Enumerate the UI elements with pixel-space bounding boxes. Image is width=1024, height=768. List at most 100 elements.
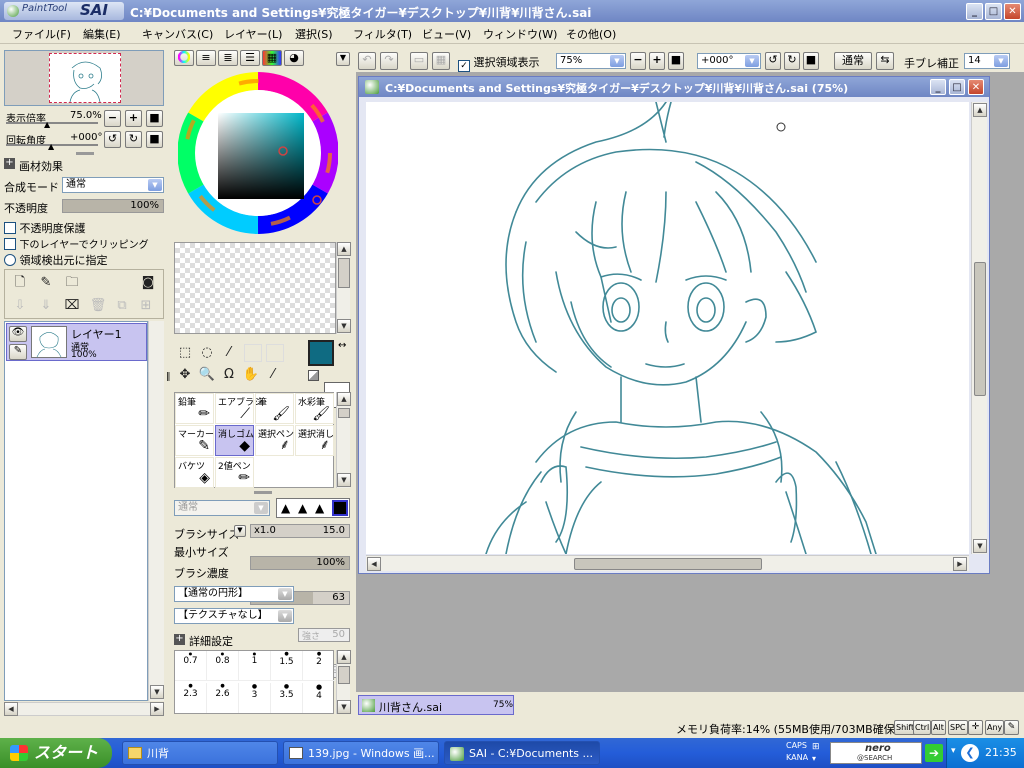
brush-binary-pen[interactable]: 2値ペン ✏ — [215, 457, 254, 488]
invert-selection-button[interactable]: ▦ — [432, 52, 450, 70]
taskbar-item-folder[interactable]: 川背 — [122, 741, 278, 765]
menu-select[interactable]: 選択(S) — [295, 26, 333, 42]
selection-display-toggle[interactable]: ✓ 選択領域表示 — [458, 54, 540, 72]
canvas-minimize-button[interactable]: _ — [930, 79, 946, 95]
brush-airbrush[interactable]: エアブラシ ⟋ — [215, 393, 263, 424]
clipping-option[interactable]: 下のレイヤーでクリッピング — [4, 236, 149, 251]
swatches-mode-button[interactable]: ▦ — [262, 50, 282, 66]
ime-icon[interactable]: ⊞ — [812, 742, 820, 752]
zoom-reset-button[interactable]: ■ — [668, 52, 684, 70]
size-preset[interactable]: ● 0.7 — [175, 651, 207, 681]
size-preset[interactable]: ● 2.3 — [175, 683, 207, 713]
layer-blend-select[interactable]: 通常 ▼ — [62, 177, 164, 193]
menu-file[interactable]: ファイル(F) — [12, 26, 71, 42]
layer-mask-icon[interactable]: ◙ — [139, 274, 157, 292]
scroll-up-icon[interactable]: ▲ — [337, 242, 351, 256]
edge-hard-icon[interactable]: ▲ — [315, 501, 324, 515]
brush-scrollbar[interactable]: ▲ ▼ — [336, 392, 351, 488]
chevron-down-icon[interactable]: ▾ — [812, 754, 816, 763]
start-button[interactable]: スタート — [0, 738, 112, 768]
canvas-maximize-button[interactable]: □ — [949, 79, 965, 95]
nav-rotation-reset-button[interactable]: ■ — [146, 131, 163, 148]
delete-layer-icon[interactable]: 🗑 — [89, 297, 107, 315]
scroll-up-icon[interactable]: ▲ — [337, 392, 351, 406]
navigator[interactable] — [4, 50, 164, 106]
eyedropper-icon[interactable]: ⁄ — [264, 366, 282, 384]
slider-thumb-icon[interactable]: ▲ — [48, 142, 54, 151]
size-preset[interactable]: ● 2 — [303, 651, 335, 681]
brush-watercolor[interactable]: 水彩筆 🖌 — [295, 393, 334, 424]
nav-rotate-right-button[interactable]: ↻ — [125, 131, 142, 148]
transparent-color-icon[interactable] — [308, 370, 319, 381]
menu-other[interactable]: その他(O) — [566, 26, 616, 42]
chevron-down-icon[interactable]: ▾ — [951, 746, 956, 756]
taskbar-item-paint[interactable]: 139.jpg - Windows 画... — [283, 741, 439, 765]
minimize-button[interactable]: _ — [966, 3, 983, 20]
brush-marker[interactable]: マーカー ✎ — [175, 425, 214, 456]
scratchpad-scrollbar[interactable]: ▲ ▼ — [336, 242, 351, 334]
deselect-button[interactable]: ▭ — [410, 52, 428, 70]
maximize-button[interactable]: □ — [985, 3, 1002, 20]
menu-layer[interactable]: レイヤー(L) — [224, 26, 282, 42]
edge-soft-icon[interactable]: ▲ — [281, 501, 290, 515]
layer-scrollbar[interactable]: ▼ — [148, 321, 164, 701]
brush-mode-select[interactable]: 通常 ▼ — [174, 500, 270, 516]
scratchpad-mode-button[interactable]: ◕ — [284, 50, 304, 66]
rotate-left-button[interactable]: ↺ — [765, 52, 781, 70]
scroll-thumb[interactable] — [574, 558, 762, 570]
color-wheel-mode-button[interactable] — [174, 50, 194, 66]
primary-color-swatch[interactable] — [308, 340, 334, 366]
scroll-thumb[interactable] — [338, 666, 350, 684]
canvas-hscrollbar[interactable]: ◀ ▶ — [366, 555, 969, 571]
scroll-down-icon[interactable]: ▼ — [337, 473, 351, 487]
brush-select-erase[interactable]: 選択消し ⸙ — [295, 425, 334, 456]
rect-select-icon[interactable]: ⬚ — [176, 344, 194, 362]
size-preset[interactable]: ● 4 — [303, 683, 335, 713]
nav-zoom-in-button[interactable]: + — [125, 110, 142, 127]
brush-eraser[interactable]: 消しゴム ◆ — [215, 425, 254, 456]
layer-hscrollbar[interactable]: ◀ ▶ — [4, 702, 164, 716]
panel-menu-icon[interactable]: ▼ — [336, 52, 350, 66]
protect-opacity-checkbox[interactable] — [4, 222, 16, 234]
brush-select-pen[interactable]: 選択ペン ⸙ — [255, 425, 294, 456]
detect-source-option[interactable]: 領域検出元に指定 — [4, 252, 108, 268]
zoom-select[interactable]: 75% ▼ — [556, 53, 626, 69]
expand-icon[interactable]: + — [4, 158, 15, 169]
panel-splitter[interactable] — [254, 491, 272, 494]
color-wheel[interactable] — [178, 72, 338, 234]
edge-square-icon[interactable] — [332, 500, 348, 516]
size-preset[interactable]: ● 2.6 — [207, 683, 239, 713]
nav-rotate-left-button[interactable]: ↺ — [104, 131, 121, 148]
scratch-pad[interactable] — [174, 242, 336, 334]
layer-row[interactable]: 👁 ✎ レイヤー1 通常 100% — [6, 323, 147, 361]
detect-source-radio[interactable] — [4, 254, 16, 266]
brush-pencil[interactable]: 鉛筆 ✏ — [175, 393, 214, 424]
size-preset[interactable]: ● 0.8 — [207, 651, 239, 681]
move-icon[interactable]: ✥ — [176, 366, 194, 384]
rgb-slider-mode-button[interactable]: ≡ — [196, 50, 216, 66]
scroll-right-icon[interactable]: ▶ — [150, 702, 164, 716]
hand-icon[interactable]: ✋ — [242, 366, 260, 384]
search-box[interactable]: nero @SEARCH — [830, 742, 922, 764]
chevron-down-icon[interactable]: ▼ — [234, 525, 246, 537]
nav-zoom-reset-button[interactable]: ■ — [146, 110, 163, 127]
clipping-checkbox[interactable] — [4, 238, 16, 250]
scroll-thumb[interactable] — [974, 262, 986, 396]
expand-icon[interactable]: + — [174, 634, 185, 645]
menu-edit[interactable]: 編集(E) — [83, 26, 121, 42]
swap-colors-icon[interactable]: ↔ — [338, 340, 346, 351]
hsv-slider-mode-button[interactable]: ≣ — [218, 50, 238, 66]
edge-medium-icon[interactable]: ▲ — [298, 501, 307, 515]
rotate-icon[interactable]: Ω — [220, 366, 238, 384]
clear-layer-icon[interactable]: ⌧ — [63, 297, 81, 315]
scroll-down-icon[interactable]: ▼ — [973, 539, 987, 553]
nav-zoom-out-button[interactable]: − — [104, 110, 121, 127]
slider-thumb-icon[interactable]: ▲ — [44, 120, 50, 129]
drawing-canvas[interactable] — [366, 102, 969, 554]
brush-edge-selector[interactable]: ▲ ▲ ▲ — [276, 498, 350, 518]
intermediate-color-mode-button[interactable]: ☰ — [240, 50, 260, 66]
rotation-select[interactable]: +000° ▼ — [697, 53, 761, 69]
menu-window[interactable]: ウィンドウ(W) — [483, 26, 557, 42]
shape-strength-slider[interactable]: 強さ 50 — [298, 628, 350, 642]
scroll-thumb[interactable] — [338, 408, 350, 418]
